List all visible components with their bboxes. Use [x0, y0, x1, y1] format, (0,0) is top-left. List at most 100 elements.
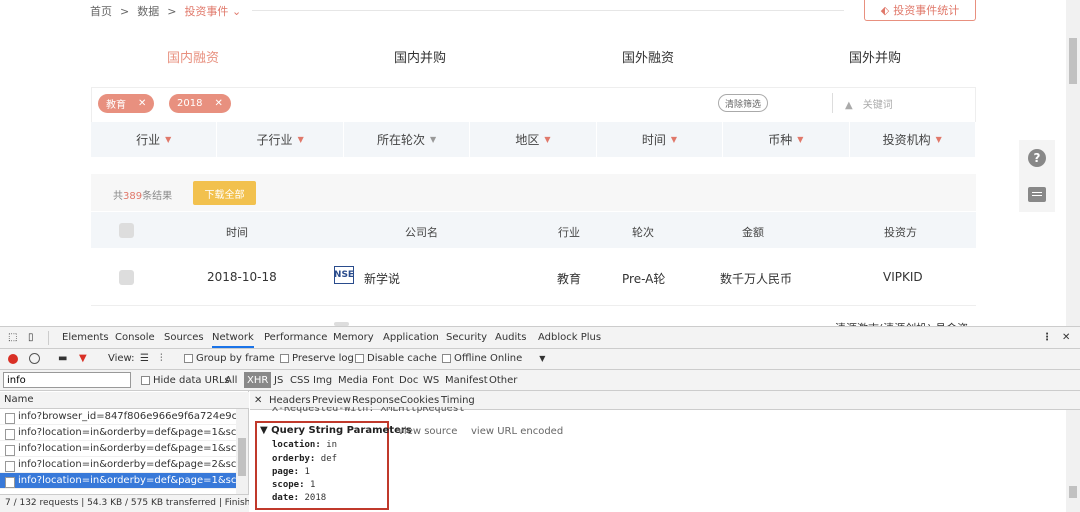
checkbox-box — [141, 376, 150, 385]
divider — [252, 10, 844, 11]
request-row[interactable]: info?browser_id=847f806e966e9f6a724e9c66… — [0, 409, 236, 425]
record-icon[interactable] — [8, 354, 18, 364]
close-icon[interactable]: ✕ — [254, 395, 262, 406]
inspect-icon[interactable]: ⬚ — [8, 332, 17, 343]
offline-checkbox[interactable]: Offline — [442, 353, 487, 364]
tab-domestic-financing[interactable]: 国内融资 — [167, 47, 219, 66]
tab-memory[interactable]: Memory — [333, 332, 374, 343]
select-all-checkbox[interactable] — [119, 223, 134, 238]
filter-js[interactable]: JS — [274, 375, 283, 386]
tab-elements[interactable]: Elements — [62, 332, 109, 343]
filter-chip-2018[interactable]: 2018 ✕ — [169, 94, 231, 113]
tab-sources[interactable]: Sources — [164, 332, 204, 343]
filter-region[interactable]: 地区 ▼ — [470, 122, 597, 157]
hide-data-urls-checkbox[interactable]: Hide data URLs — [141, 375, 230, 386]
view-source-link[interactable]: view source — [398, 426, 457, 437]
request-row-selected[interactable]: info?location=in&orderby=def&page=1&scop… — [0, 473, 236, 489]
filter-chip-education[interactable]: 教育 ✕ — [98, 94, 155, 113]
throttle-value: Online — [490, 353, 523, 364]
breadcrumb-sep: > — [167, 4, 177, 18]
filter-all[interactable]: All — [225, 375, 237, 386]
clear-filters-button[interactable]: 清除筛选 — [718, 94, 768, 112]
investment-stats-button[interactable]: ⬖ 投资事件统计 — [864, 0, 976, 21]
row-round: Pre-A轮 — [622, 272, 666, 286]
x-requested-with-header: X-Requested-With: XMLHttpRequest — [272, 407, 465, 414]
request-row[interactable]: info?location=in&orderby=def&page=2&scop… — [0, 457, 236, 473]
list-view-icon[interactable]: ☰ — [140, 353, 149, 364]
row-company[interactable]: 新学说 — [364, 270, 400, 287]
network-filter-input[interactable] — [3, 372, 131, 388]
tab-audits[interactable]: Audits — [495, 332, 526, 343]
param-location: location: in — [272, 440, 337, 450]
param-value: def — [320, 454, 338, 464]
filter-industry[interactable]: 行业 ▼ — [91, 122, 218, 157]
request-list-scroll-thumb[interactable] — [238, 438, 246, 476]
tab-security[interactable]: Security — [446, 332, 487, 343]
filter-manifest[interactable]: Manifest — [445, 375, 488, 386]
filter-font[interactable]: Font — [372, 375, 394, 386]
keyword-search-input[interactable]: ▲ 关键词 — [845, 96, 893, 111]
tab-response[interactable]: Response — [352, 395, 400, 406]
filter-label: 行业 — [136, 133, 161, 147]
close-icon[interactable]: ✕ — [214, 98, 222, 109]
tab-application[interactable]: Application — [383, 332, 439, 343]
throttle-select[interactable]: Online ▼ — [490, 353, 545, 364]
filter-label: 币种 — [768, 133, 793, 147]
download-all-button[interactable]: 下载全部 — [193, 181, 256, 205]
filter-media[interactable]: Media — [338, 375, 368, 386]
view-url-encoded-link[interactable]: view URL encoded — [471, 426, 563, 437]
request-row[interactable]: info?location=in&orderby=def&page=1&scop… — [0, 425, 236, 441]
tab-console[interactable]: Console — [115, 332, 155, 343]
feedback-button[interactable] — [1019, 176, 1055, 212]
breadcrumb: 首页 > 数据 > 投资事件 ⌄ — [90, 3, 241, 19]
close-icon[interactable]: ✕ — [138, 98, 146, 109]
help-button[interactable]: ? — [1019, 140, 1055, 176]
tab-preview[interactable]: Preview — [312, 395, 351, 406]
chip-label: 教育 — [106, 100, 126, 111]
row-investor[interactable]: VIPKID — [883, 270, 923, 284]
filter-time[interactable]: 时间 ▼ — [597, 122, 724, 157]
breadcrumb-home[interactable]: 首页 — [90, 3, 112, 19]
filter-investor[interactable]: 投资机构 ▼ — [850, 122, 976, 157]
filter-icon[interactable]: ▼ — [79, 353, 87, 364]
filter-ws[interactable]: WS — [423, 375, 439, 386]
row-checkbox[interactable] — [119, 270, 134, 285]
filter-css[interactable]: CSS — [290, 375, 310, 386]
filter-img[interactable]: Img — [313, 375, 332, 386]
name-column-header[interactable]: Name — [0, 392, 249, 409]
tab-headers[interactable]: Headers — [269, 395, 311, 406]
breadcrumb-data[interactable]: 数据 — [137, 3, 159, 19]
request-row[interactable]: info?location=in&orderby=def&page=1&scop… — [0, 441, 236, 457]
tab-adblock[interactable]: Adblock Plus — [538, 332, 601, 343]
query-string-title[interactable]: ▼ Query String Parameters — [260, 425, 412, 436]
clear-icon[interactable] — [29, 353, 40, 364]
filter-currency[interactable]: 币种 ▼ — [723, 122, 850, 157]
detail-scroll-thumb[interactable] — [1069, 486, 1077, 498]
filter-round[interactable]: 所在轮次 ▼ — [344, 122, 471, 157]
tab-performance[interactable]: Performance — [264, 332, 327, 343]
results-count: 共389条结果 — [113, 187, 172, 202]
breadcrumb-current[interactable]: 投资事件 ⌄ — [184, 3, 241, 19]
preserve-log-checkbox[interactable]: Preserve log — [280, 353, 354, 364]
filter-sub-industry[interactable]: 子行业 ▼ — [217, 122, 344, 157]
close-icon[interactable]: ✕ — [1062, 332, 1070, 343]
more-icon[interactable]: ⋮ — [1042, 332, 1052, 343]
tab-foreign-ma[interactable]: 国外并购 — [849, 47, 901, 66]
tab-foreign-financing[interactable]: 国外融资 — [622, 47, 674, 66]
device-toggle-icon[interactable]: ▯ — [28, 332, 34, 343]
tab-timing[interactable]: Timing — [441, 395, 475, 406]
col-company: 公司名 — [405, 226, 438, 239]
tab-domestic-ma[interactable]: 国内并购 — [394, 47, 446, 66]
filter-other[interactable]: Other — [489, 375, 517, 386]
page-scroll-thumb[interactable] — [1069, 38, 1077, 84]
filter-label: 时间 — [641, 133, 666, 147]
waterfall-icon[interactable]: ⫶ — [160, 353, 163, 364]
group-by-frame-checkbox[interactable]: Group by frame — [184, 353, 275, 364]
tab-network[interactable]: Network — [212, 332, 254, 348]
network-status-bar: 7 / 132 requests | 54.3 KB / 575 KB tran… — [0, 494, 249, 512]
camera-icon[interactable]: ▬ — [58, 353, 67, 364]
filter-xhr[interactable]: XHR — [244, 372, 272, 388]
filter-doc[interactable]: Doc — [399, 375, 418, 386]
disable-cache-checkbox[interactable]: Disable cache — [355, 353, 437, 364]
tab-cookies[interactable]: Cookies — [400, 395, 439, 406]
